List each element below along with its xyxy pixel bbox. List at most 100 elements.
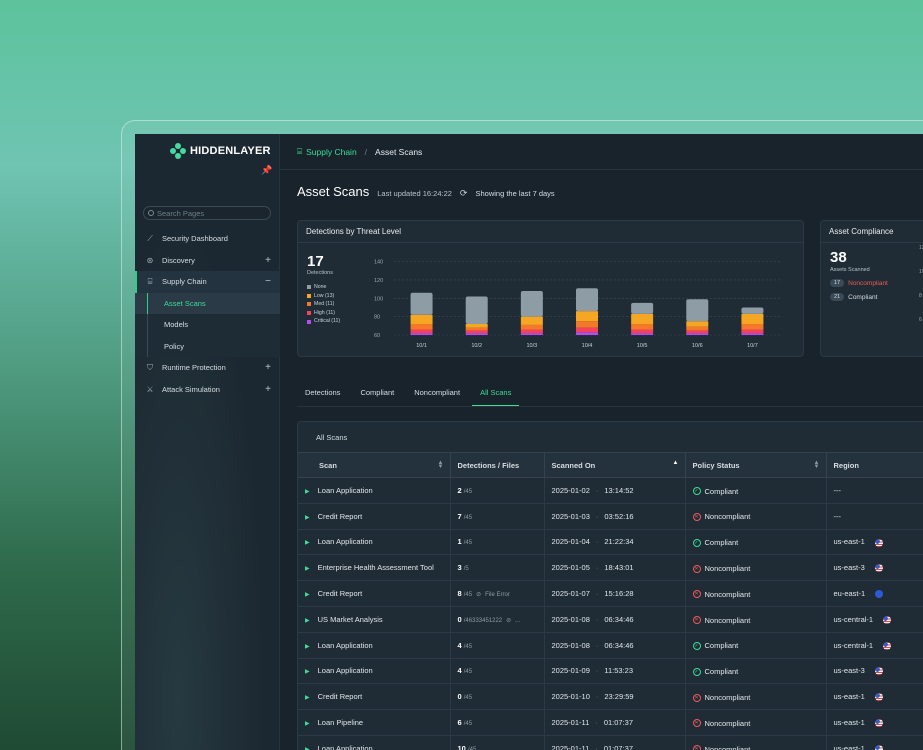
bar-segment-high[interactable] [686,330,709,334]
bar-segment-none[interactable] [520,290,543,317]
bar-segment-critical[interactable] [631,333,654,335]
bar-segment-none[interactable] [631,302,654,314]
bar-segment-none[interactable] [410,292,433,315]
sidebar-item-security-dashboard[interactable]: ⟋ Security Dashboard [135,228,280,250]
bar-segment-none[interactable] [686,299,709,322]
bar-segment-low[interactable] [631,313,654,324]
bar-segment-med[interactable] [520,324,543,330]
expand-plus-icon[interactable]: + [265,362,271,373]
bar-segment-med[interactable] [465,327,488,331]
bar-segment-critical[interactable] [465,333,488,335]
bar-segment-none[interactable] [576,288,598,312]
bar-segment-med[interactable] [576,321,598,328]
pin-icon[interactable]: 📌 [261,165,272,176]
bar-segment-high[interactable] [465,330,488,334]
bar-segment-high[interactable] [741,329,764,334]
sidebar-item-runtime-protection[interactable]: ⛉ Runtime Protection + [135,357,280,379]
sort-icon[interactable]: ▲ ▼ [438,460,444,470]
column-header-scanned-on[interactable]: Scanned On ▲ [544,452,686,478]
sort-icon[interactable]: ▲ ▼ [814,460,820,470]
check-circle-icon: ✓ [692,667,701,676]
bar-segment-med[interactable] [410,323,433,330]
bar-segment-high[interactable] [410,329,433,334]
status-label: Noncompliant [704,693,751,703]
expand-caret-icon[interactable]: ▶ [305,644,310,650]
sidebar-item-attack-simulation[interactable]: ⚔ Attack Simulation + [135,379,280,401]
search-box[interactable] [143,206,271,220]
bar-segment-critical[interactable] [520,333,543,335]
bar-segment-low[interactable] [465,323,488,328]
bar-segment-low[interactable] [576,311,598,322]
status-label: Compliant [704,538,739,548]
scan-time: 01:07:37 [603,718,634,728]
logo-icon [170,143,186,159]
bar-segment-low[interactable] [520,316,543,325]
expand-caret-icon[interactable]: ▶ [305,721,310,727]
refresh-icon[interactable]: ⟳ [460,188,468,199]
bar-segment-critical[interactable] [686,333,709,335]
expand-caret-icon[interactable]: ▶ [305,592,310,598]
table-row[interactable]: ▶ Loan Pipeline 6 /45 2025-01-11 · 01:07:37 ✕ N… [298,709,923,736]
breadcrumb-supply-chain[interactable]: ⌸ Supply Chain [297,146,357,157]
bar-segment-critical[interactable] [741,333,764,335]
tab-noncompliant[interactable]: Noncompliant [406,382,468,406]
bar-segment-low[interactable] [741,313,764,324]
us-flag-icon [874,719,883,728]
bar-segment-med[interactable] [686,326,709,331]
column-header-region[interactable]: Region [826,452,923,478]
logo[interactable]: HIDDENLAYER [170,143,271,159]
bar-segment-none[interactable] [465,296,488,324]
sidebar-item-supply-chain[interactable]: ⌸ Supply Chain − [135,271,280,293]
column-header-policy-status[interactable]: Policy Status ▲ ▼ [685,452,827,478]
check-circle-icon: ✓ [692,538,701,547]
region-label: eu-east-1 [833,589,866,599]
bar-segment-high[interactable] [520,329,543,334]
scan-time: 23:29:59 [604,692,634,702]
expand-plus-icon[interactable]: + [265,255,271,266]
column-header-detections[interactable]: Detections / Files [450,452,545,478]
expand-plus-icon[interactable]: + [265,384,271,395]
table-row[interactable]: ▶ Credit Report 8 /45 ⊘ File Error 2025-01-07… [298,580,923,607]
bar-segment-critical[interactable] [576,332,598,335]
scan-name: US Market Analysis [317,614,383,624]
sidebar-subitem-policy[interactable]: Policy [135,335,280,357]
table-row[interactable]: ▶ Loan Application 4 /45 2025-01-09 · 11:53:2… [298,658,923,685]
tab-detections[interactable]: Detections [297,382,348,406]
files-total: /45 [463,643,473,650]
expand-caret-icon[interactable]: ▶ [305,695,310,701]
sidebar-subitem-models[interactable]: Models [135,314,280,336]
sidebar-subitem-asset-scans[interactable]: Asset Scans [135,292,280,314]
table-row[interactable]: ▶ Credit Report 7 /45 2025-01-03 · 03:52:16 ✕ N… [298,503,923,530]
search-input[interactable] [157,208,257,218]
bar-segment-critical[interactable] [410,333,433,335]
table-row[interactable]: ▶ Credit Report 0 /45 2025-01-10 · 23:29:59 ✕ N… [298,683,923,711]
sidebar-item-discovery[interactable]: ⊛ Discovery + [135,250,280,272]
table-row[interactable]: ▶ US Market Analysis 0 /46333451222 ⊘... 202… [298,606,923,633]
expand-caret-icon[interactable]: ▶ [305,618,310,624]
expand-caret-icon[interactable]: ▶ [305,515,310,521]
bar-segment-none[interactable] [741,307,764,314]
bar-segment-med[interactable] [631,323,654,330]
expand-caret-icon[interactable]: ▶ [305,566,310,572]
region-label: us-east-3 [833,563,865,573]
bar-segment-high[interactable] [631,329,654,334]
expand-caret-icon[interactable]: ▶ [305,540,310,546]
table-row[interactable]: ▶ Loan Application 1 /45 2025-01-04 · 21:22:3… [298,529,923,556]
bar-segment-low[interactable] [686,321,709,327]
collapse-minus-icon[interactable]: − [265,276,271,287]
tab-compliant[interactable]: Compliant [352,382,402,406]
bar-segment-low[interactable] [410,314,433,324]
tabs-divider [297,406,923,407]
expand-caret-icon[interactable]: ▶ [305,669,310,675]
bar-segment-med[interactable] [741,323,764,330]
expand-caret-icon[interactable]: ▶ [305,489,310,495]
table-row[interactable]: ▶ Loan Application 10 /45 2025-01-11 · 01:07:… [298,735,923,750]
bar-segment-high[interactable] [576,327,598,333]
table-row[interactable]: ▶ Enterprise Health Assessment Tool 3 /5 20… [298,554,923,582]
table-row[interactable]: ▶ Loan Application 2 /45 2025-01-02 · 13:14:5… [298,477,923,504]
tab-all-scans[interactable]: All Scans [472,382,520,406]
column-header-scan[interactable]: Scan ▲ ▼ [298,452,451,478]
sort-asc-icon[interactable]: ▲ [673,460,679,466]
region-label: us-east-1 [833,743,865,750]
table-row[interactable]: ▶ Loan Application 4 /45 2025-01-08 · 06:34:4… [298,632,923,659]
